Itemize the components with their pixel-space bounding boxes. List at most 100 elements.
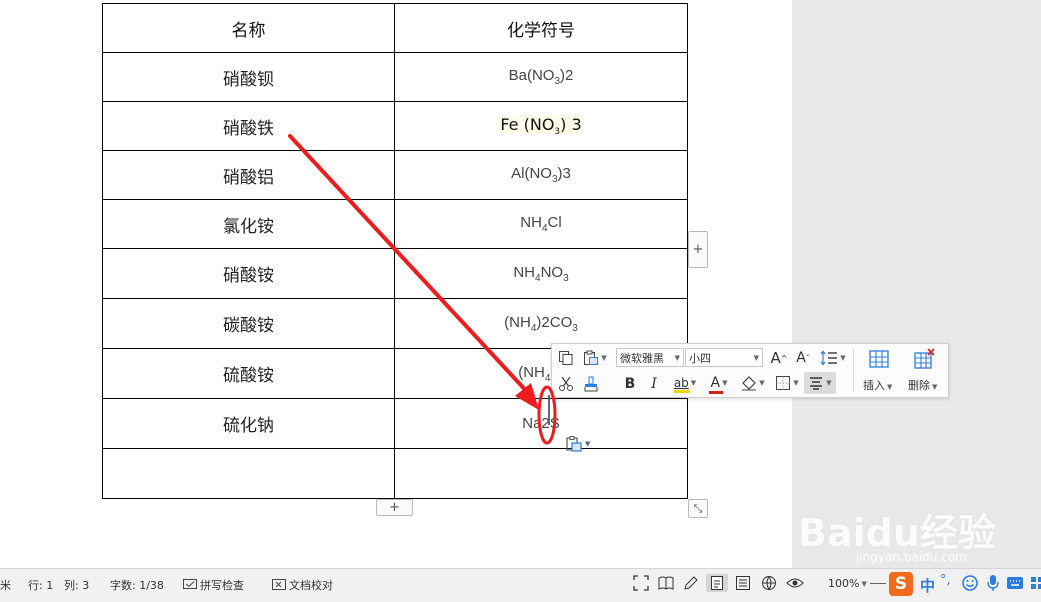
symbol-cell[interactable]: Al(NO3)3: [394, 150, 688, 200]
zoom-out-slider-track[interactable]: [870, 583, 886, 584]
paste-icon: [566, 436, 582, 452]
ime-punctuation-indicator[interactable]: °,: [940, 573, 951, 588]
delete-button[interactable]: [906, 347, 942, 371]
symbol-cell[interactable]: NH4Cl: [394, 199, 688, 249]
status-bar: 米 行: 1 列: 3 字数: 1/38 拼写检查 文档校对 100% ▼ S 中…: [0, 568, 1041, 602]
align-button[interactable]: ▼: [804, 372, 836, 394]
symbol-cell[interactable]: Na2S: [394, 398, 688, 449]
table-row: 硝酸铁 Fe (NO3) 3: [102, 101, 688, 151]
chevron-down-icon: ▼: [793, 379, 799, 387]
symbol-cell[interactable]: (NH4)2CO3: [394, 298, 688, 349]
paste-button[interactable]: ▼: [580, 348, 610, 368]
symbol-cell[interactable]: Fe (NO3) 3: [394, 101, 688, 151]
font-color-button[interactable]: A ▼: [704, 372, 734, 394]
text-cursor: [548, 395, 550, 425]
write-mode-icon[interactable]: [682, 574, 700, 592]
symbol-text: NH: [520, 214, 542, 231]
italic-button[interactable]: I: [644, 374, 664, 394]
highlight-icon: ab: [673, 376, 690, 393]
format-painter-icon: [584, 376, 598, 392]
paint-bucket-icon: [742, 376, 757, 391]
reading-mode-icon[interactable]: [657, 574, 675, 592]
grow-font-icon: A: [770, 349, 781, 367]
sogou-ime-icon[interactable]: S: [889, 572, 913, 596]
doc-proof-button[interactable]: 文档校对: [272, 577, 333, 593]
header-cell-name[interactable]: 名称: [102, 3, 395, 53]
spell-check-button[interactable]: 拼写检查: [183, 577, 244, 593]
name-cell[interactable]: 硝酸钡: [102, 52, 395, 102]
ime-mode-indicator[interactable]: 中: [920, 575, 935, 596]
chevron-down-icon: ▼: [861, 579, 867, 588]
word-count[interactable]: 字数: 1/38: [110, 577, 164, 593]
watermark-url: jingyan.baidu.com: [856, 550, 967, 564]
watermark-brand-text: Baidu经验: [798, 511, 996, 555]
microphone-icon[interactable]: [984, 574, 1002, 592]
chevron-down-icon: ▼: [826, 379, 832, 387]
symbol-cell[interactable]: Ba(NO3)2: [394, 52, 688, 102]
watermark-brand: Baidu经验: [798, 502, 996, 557]
scissors-icon: [559, 376, 573, 391]
name-cell[interactable]: 硝酸铁: [102, 101, 395, 151]
borders-icon: [776, 376, 791, 390]
shrink-font-icon: A: [796, 350, 806, 366]
name-cell-empty[interactable]: [102, 448, 395, 499]
name-cell[interactable]: 硝酸铝: [102, 150, 395, 200]
symbol-subscript: 3: [572, 322, 578, 334]
name-cell[interactable]: 硝酸铵: [102, 248, 395, 299]
fullscreen-icon[interactable]: [632, 574, 650, 592]
keyboard-icon[interactable]: [1006, 574, 1024, 592]
symbol-text: Cl: [547, 214, 562, 231]
symbol-cell-empty[interactable]: [394, 448, 688, 499]
table-row-empty: [102, 448, 688, 499]
grid-menu-icon[interactable]: [1028, 574, 1041, 592]
highlight-button[interactable]: ab ▼: [668, 372, 702, 394]
table-row: 硫化钠 Na2S: [102, 398, 688, 449]
symbol-text: (NH: [518, 363, 545, 381]
name-cell[interactable]: 硫酸铵: [102, 348, 395, 399]
borders-button[interactable]: ▼: [772, 372, 802, 394]
grow-font-button[interactable]: A ^: [768, 347, 790, 369]
page-gutter: [792, 0, 1041, 568]
doc-proof-label: 文档校对: [289, 579, 333, 592]
add-column-button[interactable]: +: [688, 231, 708, 268]
chevron-down-icon: ▼: [759, 379, 765, 387]
zoom-value: 100%: [828, 577, 860, 590]
chevron-down-icon: ▼: [722, 379, 728, 387]
chevron-down-icon: ▼: [674, 354, 680, 362]
delete-label[interactable]: 删除 ▼: [908, 377, 937, 393]
header-cell-symbol[interactable]: 化学符号: [394, 3, 688, 53]
table-row: 硝酸铵 NH4NO3: [102, 248, 688, 299]
doc-proof-icon: [272, 579, 286, 590]
insert-button[interactable]: [861, 347, 897, 371]
symbol-cell[interactable]: NH4NO3: [394, 248, 688, 299]
font-size-select[interactable]: 小四 ▼: [685, 348, 763, 367]
insert-label[interactable]: 插入 ▼: [863, 377, 892, 393]
cut-button[interactable]: [556, 374, 576, 394]
format-painter-button[interactable]: [580, 374, 602, 394]
table-row: 氯化铵 NH4Cl: [102, 199, 688, 249]
page-view-icon[interactable]: [706, 574, 728, 592]
paste-options-button[interactable]: ▼: [565, 435, 595, 453]
table-resize-handle[interactable]: ⤡: [688, 499, 708, 518]
eye-protection-icon[interactable]: [786, 574, 804, 592]
name-cell[interactable]: 硫化钠: [102, 398, 395, 449]
shading-button[interactable]: ▼: [736, 372, 770, 394]
zoom-level[interactable]: 100% ▼: [828, 577, 867, 590]
copy-button[interactable]: [556, 348, 576, 368]
align-center-icon: [810, 377, 823, 390]
symbol-text: )2CO: [536, 313, 573, 331]
line-spacing-button[interactable]: ▼: [818, 347, 848, 369]
emoji-icon[interactable]: [961, 574, 979, 592]
chevron-down-icon: ▼: [585, 440, 591, 448]
symbol-text: )2: [560, 67, 574, 84]
shrink-font-button[interactable]: Aˇ: [792, 347, 814, 369]
name-cell[interactable]: 碳酸铵: [102, 298, 395, 349]
web-view-icon[interactable]: [760, 574, 778, 592]
add-row-button[interactable]: +: [376, 499, 413, 516]
baidu-watermark: Baidu经验 jingyan.baidu.com: [796, 484, 996, 574]
name-cell[interactable]: 氯化铵: [102, 199, 395, 249]
highlighted-symbol: Fe (NO3) 3: [498, 114, 584, 137]
bold-button[interactable]: B: [620, 374, 640, 394]
outline-view-icon[interactable]: [734, 574, 752, 592]
font-name-select[interactable]: 微软雅黑 ▼: [616, 348, 684, 367]
